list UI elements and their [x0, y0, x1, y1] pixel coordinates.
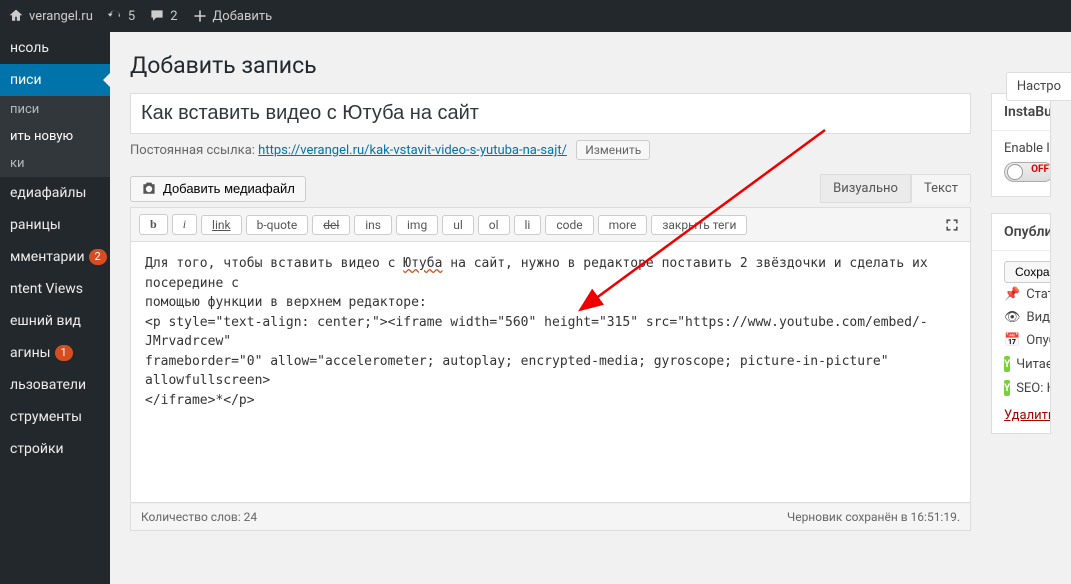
adminbar-comments[interactable]: 2 — [149, 8, 177, 24]
save-draft-button[interactable]: Сохранит — [1004, 261, 1050, 283]
qt-bquote-button[interactable]: b-quote — [246, 215, 309, 235]
qt-link-button[interactable]: link — [201, 215, 242, 235]
instabuilder-toggle[interactable]: OFF — [1004, 162, 1050, 182]
home-icon — [8, 8, 24, 24]
publish-status-label: Статус — [1026, 287, 1050, 302]
adminbar-site[interactable]: verangel.ru — [8, 8, 93, 24]
sidebar-comments-label: мментарии — [10, 249, 85, 265]
toggle-off-label: OFF — [1031, 164, 1049, 175]
plus-icon — [192, 8, 208, 24]
add-media-label: Добавить медиафайл — [163, 181, 295, 196]
editor-tabs: Визуально Текст — [820, 174, 971, 203]
toggle-knob — [1007, 164, 1023, 180]
qt-del-button[interactable]: del — [312, 215, 350, 235]
permalink-edit-button[interactable]: Изменить — [576, 140, 650, 160]
instabuilder-metabox: InstaBuild Enable Ins OFF — [991, 93, 1051, 197]
fullscreen-icon[interactable] — [942, 215, 962, 235]
page-title: Добавить запись — [130, 52, 1051, 79]
editor-status-bar: Количество слов: 24 Черновик сохранён в … — [130, 503, 971, 531]
qt-bold-button[interactable]: b — [139, 214, 168, 235]
sidebar-sub-rubriki[interactable]: ки — [0, 150, 110, 177]
publish-title: Опублико — [992, 214, 1050, 251]
update-count: 5 — [128, 9, 135, 24]
permalink-link[interactable]: https://verangel.ru/kak-vstavit-video-s-… — [258, 143, 567, 158]
instabuilder-enable-label: Enable Ins — [1004, 141, 1038, 156]
add-media-button[interactable]: Добавить медиафайл — [130, 176, 306, 202]
qt-code-button[interactable]: code — [545, 215, 593, 235]
publish-date-label: Опубл — [1026, 333, 1050, 348]
pin-icon: 📌 — [1004, 287, 1020, 302]
comment-count: 2 — [170, 9, 177, 24]
draft-saved: Черновик сохранён в 16:51:19. — [787, 510, 960, 524]
calendar-icon: 📅 — [1004, 333, 1020, 348]
qt-italic-button[interactable]: i — [172, 214, 197, 235]
sidebar-item-appearance[interactable]: ешний вид — [0, 305, 110, 337]
tab-text[interactable]: Текст — [911, 174, 971, 203]
sidebar-item-tools[interactable]: струменты — [0, 401, 110, 433]
sidebar-item-pages[interactable]: раницы — [0, 209, 110, 241]
camera-icon — [141, 181, 157, 197]
qt-ul-button[interactable]: ul — [442, 215, 474, 235]
sidebar-sub-all[interactable]: писи — [0, 96, 110, 123]
comment-icon — [149, 8, 165, 24]
adminbar-updates[interactable]: 5 — [107, 8, 135, 24]
permalink-label: Постоянная ссылка: — [130, 143, 255, 158]
publish-seo-label: SEO: Н — [1016, 381, 1050, 396]
sidebar-item-media[interactable]: едиафайлы — [0, 177, 110, 209]
post-title-input[interactable] — [130, 93, 971, 134]
site-name: verangel.ru — [29, 9, 93, 24]
tab-visual[interactable]: Визуально — [820, 174, 911, 203]
sidebar-item-console[interactable]: нсоль — [0, 32, 110, 64]
sidebar-item-contentviews[interactable]: ntent Views — [0, 273, 110, 305]
qt-ol-button[interactable]: ol — [478, 215, 510, 235]
admin-bar: verangel.ru 5 2 Добавить — [0, 0, 1071, 32]
seo-icon: Y — [1004, 380, 1010, 396]
sidebar-item-users[interactable]: льзователи — [0, 369, 110, 401]
qt-img-button[interactable]: img — [396, 215, 438, 235]
sidebar-item-settings[interactable]: стройки — [0, 433, 110, 465]
sidebar-plugins-label: агины — [10, 345, 51, 361]
sidebar-submenu-posts: писи ить новую ки — [0, 96, 110, 177]
qt-closetags-button[interactable]: закрыть теги — [651, 215, 747, 235]
sidebar-plugins-badge: 1 — [55, 345, 73, 361]
publish-visibility-label: Видим — [1027, 310, 1050, 325]
post-content-editor[interactable]: Для того, чтобы вставить видео с Ютуба н… — [131, 242, 970, 502]
qt-li-button[interactable]: li — [514, 215, 542, 235]
sidebar-item-posts[interactable]: писи — [0, 64, 110, 96]
main-content: Настро Добавить запись Постоянная ссылка… — [110, 32, 1071, 584]
publish-metabox: Опублико Сохранит 📌Статус 👁Видим 📅Опубл … — [991, 213, 1051, 434]
move-to-trash-link[interactable]: Удалить — [1004, 400, 1038, 423]
sidebar-comments-badge: 2 — [89, 249, 107, 265]
admin-sidebar: нсоль писи писи ить новую ки едиафайлы р… — [0, 32, 110, 584]
eye-icon: 👁 — [1004, 310, 1021, 325]
qt-ins-button[interactable]: ins — [354, 215, 392, 235]
adminbar-add[interactable]: Добавить — [192, 8, 273, 24]
update-icon — [107, 8, 123, 24]
sidebar-item-comments[interactable]: мментарии 2 — [0, 241, 110, 273]
add-label: Добавить — [213, 9, 273, 24]
publish-readability-label: Читаем — [1016, 357, 1050, 372]
readability-icon: Y — [1004, 356, 1010, 372]
screen-options-tab[interactable]: Настро — [1006, 72, 1071, 101]
qt-more-button[interactable]: more — [598, 215, 648, 235]
sidebar-item-plugins[interactable]: агины 1 — [0, 337, 110, 369]
quicktags-toolbar: b i link b-quote del ins img ul ol li co… — [130, 207, 971, 242]
permalink-row: Постоянная ссылка: https://verangel.ru/k… — [130, 140, 971, 160]
word-count: Количество слов: 24 — [141, 510, 257, 524]
sidebar-sub-new[interactable]: ить новую — [0, 123, 110, 150]
